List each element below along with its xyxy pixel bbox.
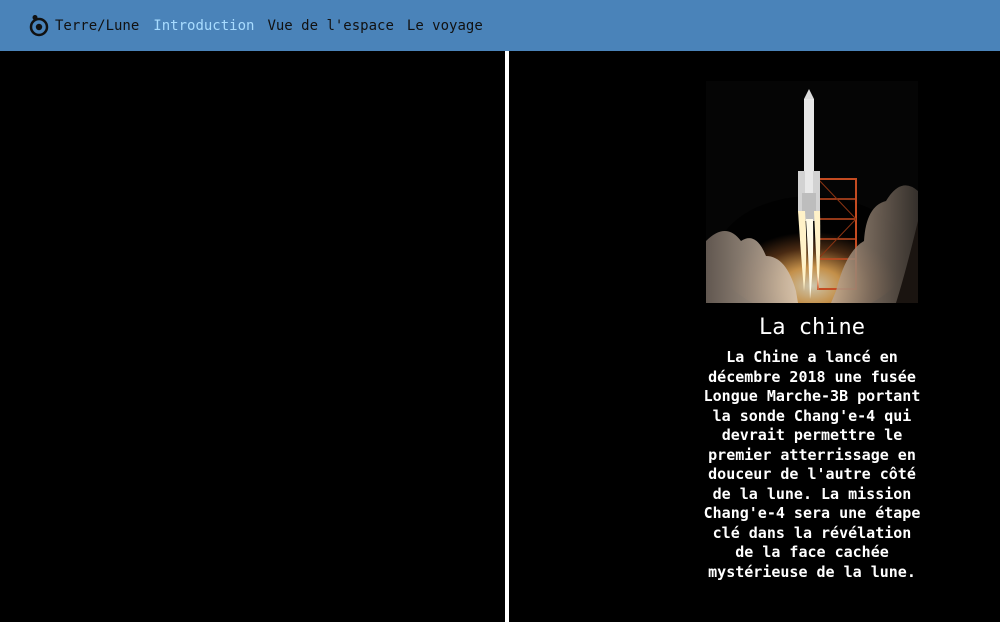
card-body-text: La Chine a lancé en décembre 2018 une fu… xyxy=(703,348,921,581)
right-panel: La chine La Chine a lancé en décembre 20… xyxy=(509,51,1000,622)
rocket-launch-image xyxy=(706,81,918,303)
info-card: La chine La Chine a lancé en décembre 20… xyxy=(702,81,922,582)
card-title: La chine xyxy=(759,315,865,340)
left-panel xyxy=(0,51,505,622)
nav-link-voyage[interactable]: Le voyage xyxy=(407,18,483,34)
earth-moon-logo-icon xyxy=(29,14,49,36)
brand-label: Terre/Lune xyxy=(55,17,140,34)
nav-link-vue-espace[interactable]: Vue de l'espace xyxy=(267,18,393,34)
nav-link-introduction[interactable]: Introduction xyxy=(153,18,254,34)
brand-link[interactable]: Terre/Lune xyxy=(29,14,139,38)
top-navbar: Terre/Lune Introduction Vue de l'espace … xyxy=(0,0,1000,51)
